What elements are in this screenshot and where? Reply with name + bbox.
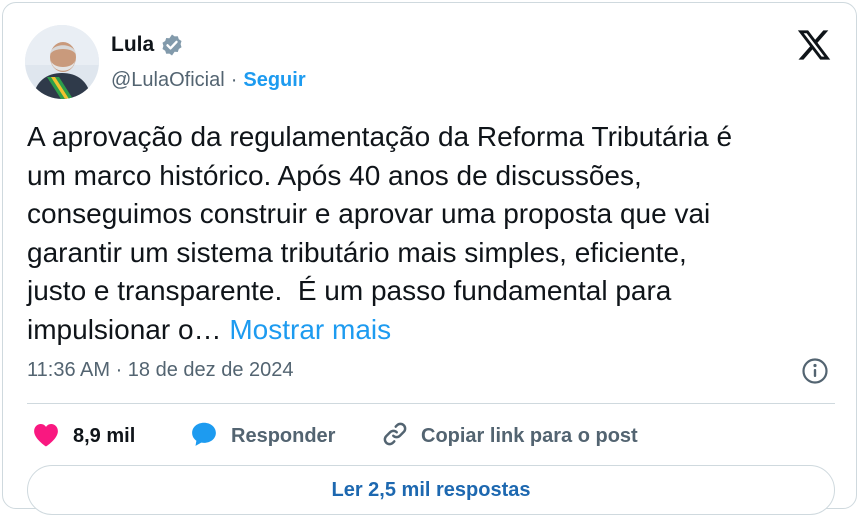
- info-icon[interactable]: [799, 355, 831, 387]
- verified-badge-icon: [160, 33, 184, 57]
- like-button[interactable]: 8,9 mil: [31, 420, 135, 453]
- heart-icon: [31, 420, 61, 453]
- reply-button[interactable]: Responder: [189, 420, 335, 453]
- follow-button[interactable]: Seguir: [243, 69, 305, 92]
- copy-link-label: Copiar link para o post: [421, 425, 638, 447]
- tweet-timestamp[interactable]: 11:36 AM · 18 de dez de 2024: [27, 359, 294, 382]
- divider: [27, 403, 835, 404]
- tweet-text: A aprovação da regulamentação da Reforma…: [27, 118, 817, 349]
- reply-label: Responder: [231, 425, 336, 447]
- x-logo-icon[interactable]: [795, 27, 833, 63]
- like-count: 8,9 mil: [73, 425, 136, 447]
- copy-link-button[interactable]: Copiar link para o post: [381, 420, 638, 453]
- show-more-link[interactable]: Mostrar mais: [229, 314, 391, 345]
- speech-bubble-icon: [189, 420, 219, 453]
- link-icon: [381, 420, 409, 453]
- author-handle[interactable]: @LulaOficial: [111, 69, 225, 92]
- read-replies-button[interactable]: Ler 2,5 mil respostas: [27, 465, 835, 515]
- author-name[interactable]: Lula: [111, 33, 154, 57]
- avatar[interactable]: [25, 25, 99, 99]
- tweet-body: A aprovação da regulamentação da Reforma…: [27, 121, 733, 345]
- handle-separator: ·: [230, 69, 238, 91]
- tweet-card: Lula @LulaOficial · Seguir A aprovação d…: [2, 2, 857, 515]
